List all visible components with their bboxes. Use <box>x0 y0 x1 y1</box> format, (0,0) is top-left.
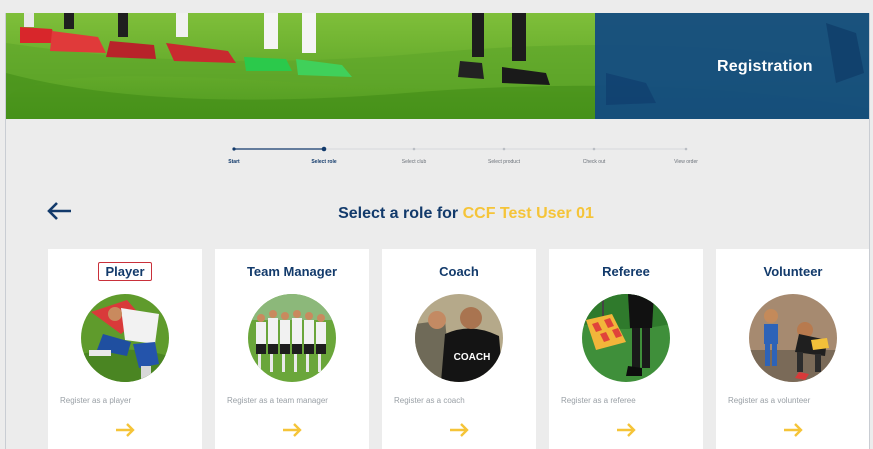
role-title: Coach <box>439 264 479 279</box>
role-title: Volunteer <box>763 264 823 279</box>
role-title: Team Manager <box>246 264 338 279</box>
coach-photo: COACH <box>415 294 503 382</box>
referee-photo <box>582 294 670 382</box>
step-start: Start <box>228 159 240 165</box>
step-select-product: Select product <box>488 159 520 165</box>
role-card-player[interactable]: Player Register as a player <box>48 249 202 449</box>
volunteer-photo <box>749 294 837 382</box>
stepper-track <box>232 146 688 152</box>
role-description: Register as a team manager <box>227 396 328 405</box>
role-description: Register as a volunteer <box>728 396 811 405</box>
step-check-out: Check out <box>582 159 606 165</box>
step-select-role: Select role <box>311 159 337 165</box>
page-heading: Select a role for CCF Test User 01 <box>6 205 869 223</box>
role-card-team-manager[interactable]: Team Manager Register as a team manager <box>215 249 369 449</box>
banner-title: Registration <box>717 58 813 75</box>
svg-text:COACH: COACH <box>454 352 491 363</box>
role-description: Register as a referee <box>561 396 636 405</box>
heading-user-name: CCF Test User 01 <box>462 205 594 222</box>
progress-stepper: Start Select role Select club Select pro… <box>6 119 869 179</box>
step-select-club: Select club <box>401 159 427 165</box>
role-description: Register as a coach <box>394 396 465 405</box>
role-description: Register as a player <box>60 396 132 405</box>
arrow-right-icon[interactable] <box>282 423 302 437</box>
team-manager-photo <box>248 294 336 382</box>
role-card-referee[interactable]: Referee Register as a referee <box>549 249 703 449</box>
role-title: Player <box>48 262 202 281</box>
role-title: Referee <box>602 264 650 279</box>
arrow-right-icon[interactable] <box>783 423 803 437</box>
registration-page: Registration Start Select role Select cl… <box>5 13 870 449</box>
step-view-order: View order <box>674 159 698 165</box>
role-card-volunteer[interactable]: Volunteer Register as a volunteer <box>716 249 869 449</box>
header-banner: Registration <box>6 13 869 119</box>
heading-prefix: Select a role for <box>338 205 463 222</box>
player-photo <box>81 294 169 382</box>
arrow-right-icon[interactable] <box>115 423 135 437</box>
arrow-right-icon[interactable] <box>449 423 469 437</box>
role-card-coach[interactable]: Coach COACH Register as a coach <box>382 249 536 449</box>
arrow-right-icon[interactable] <box>616 423 636 437</box>
